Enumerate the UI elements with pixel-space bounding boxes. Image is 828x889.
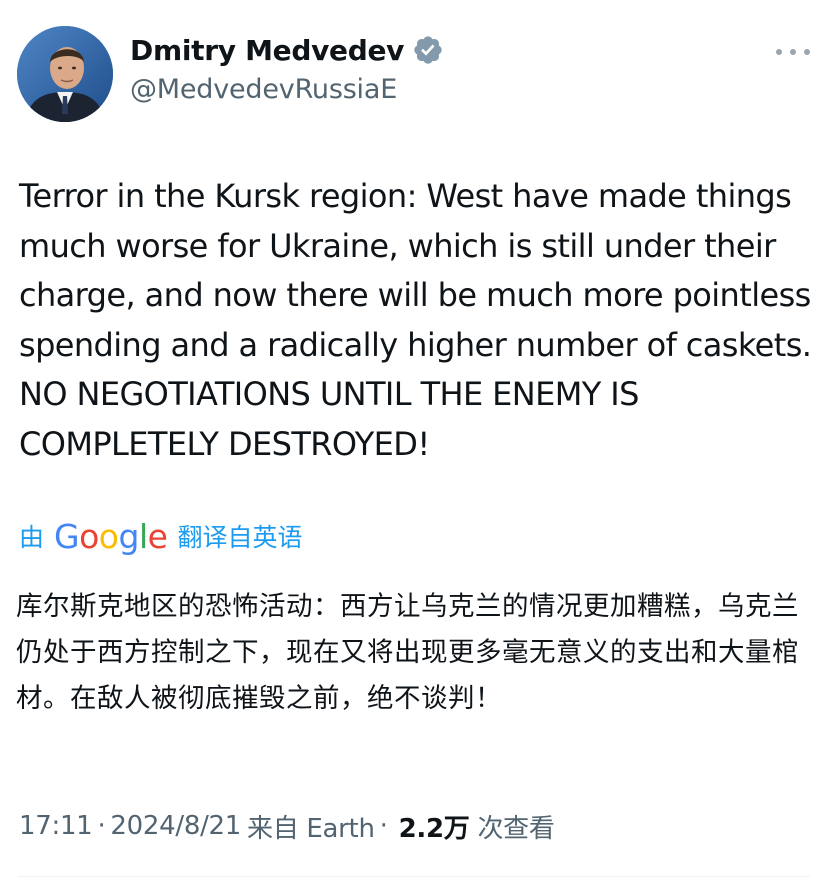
meta-separator: · <box>379 811 388 841</box>
more-menu-button[interactable] <box>776 40 810 64</box>
meta-separator: · <box>97 811 106 841</box>
display-name-row: Dmitry Medvedev <box>130 28 444 72</box>
verified-badge-icon[interactable] <box>412 34 444 66</box>
tweet-card: Dmitry Medvedev @MedvedevRussiaE Terror … <box>0 0 828 889</box>
display-name[interactable]: Dmitry Medvedev <box>130 34 404 67</box>
avatar-photo <box>17 26 113 122</box>
google-logo: G o o g l e <box>54 516 168 556</box>
google-logo-letter: G <box>54 516 80 556</box>
google-logo-letter: o <box>98 516 119 556</box>
translation-prefix: 由 <box>19 523 45 552</box>
divider <box>18 876 810 877</box>
views-count[interactable]: 2.2万 <box>399 808 470 845</box>
tweet-source: 来自 Earth <box>247 813 375 844</box>
translation-suffix: 翻译自英语 <box>177 523 303 552</box>
google-logo-letter: o <box>79 516 99 556</box>
user-handle[interactable]: @MedvedevRussiaE <box>130 74 444 105</box>
google-logo-letter: e <box>147 516 168 556</box>
views-label: 次查看 <box>477 813 555 844</box>
tweet-meta: 17:11 · 2024/8/21 来自 Earth · 2.2万 次查看 <box>19 806 555 846</box>
google-logo-letter: l <box>138 516 148 556</box>
author-header: Dmitry Medvedev @MedvedevRussiaE <box>130 28 444 105</box>
more-horizontal-icon <box>790 49 796 55</box>
tweet-date[interactable]: 2024/8/21 <box>110 811 241 841</box>
translated-text: 库尔斯克地区的恐怖活动：西方让乌克兰的情况更加糟糕，乌克兰仍处于西方控制之下，现… <box>16 591 799 714</box>
more-horizontal-icon <box>804 49 810 55</box>
tweet-text: Terror in the Kursk region: West have ma… <box>19 177 812 463</box>
more-horizontal-icon <box>776 49 782 55</box>
tweet-time[interactable]: 17:11 <box>19 811 93 841</box>
avatar[interactable] <box>17 26 113 122</box>
translation-attribution[interactable]: 由 G o o g l e 翻译自英语 <box>19 514 302 558</box>
google-logo-letter: g <box>118 516 140 556</box>
